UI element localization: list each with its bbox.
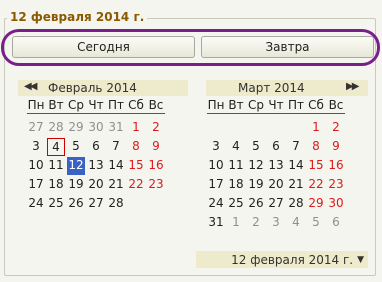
calendar-day[interactable]: 6 (87, 138, 105, 155)
calendar-day[interactable]: 19 (247, 176, 265, 193)
calendar-day[interactable]: 1 (127, 119, 145, 136)
calendar-day[interactable]: 19 (67, 176, 85, 193)
weekday-label: Пт (287, 98, 304, 112)
right-month-label[interactable]: Март 2014 (238, 81, 305, 95)
calendar-day[interactable]: 4 (287, 214, 305, 231)
calendar-day[interactable]: 11 (47, 157, 65, 174)
calendar-day[interactable]: 26 (67, 195, 85, 212)
calendar-day[interactable]: 28 (47, 119, 65, 136)
calendar-day[interactable]: 3 (207, 138, 225, 155)
calendar-day[interactable]: 21 (107, 176, 125, 193)
calendar-day[interactable]: 5 (247, 138, 265, 155)
calendar-day[interactable]: 31 (107, 119, 125, 136)
calendar-day[interactable]: 5 (67, 138, 85, 155)
weekday-label: Чт (268, 98, 284, 112)
weekday-label: Ср (68, 98, 84, 112)
calendar-day[interactable]: 12 (247, 157, 265, 174)
calendar-day[interactable]: 18 (47, 176, 65, 193)
weekday-label: Сб (308, 98, 324, 112)
weekday-label: Сб (128, 98, 144, 112)
calendar-day[interactable]: 17 (207, 176, 225, 193)
calendar-day[interactable]: 20 (87, 176, 105, 193)
weekday-underline (207, 113, 345, 114)
calendar-day[interactable]: 16 (147, 157, 165, 174)
weekday-label: Чт (88, 98, 104, 112)
weekday-label: Пн (27, 98, 45, 112)
calendar-day[interactable]: 24 (27, 195, 45, 212)
weekday-underline (27, 113, 165, 114)
calendar-day[interactable]: 13 (87, 157, 105, 174)
group-title: 12 февраля 2014 г. (7, 10, 148, 24)
calendar-day[interactable]: 6 (267, 138, 285, 155)
calendar-day[interactable]: 12 (67, 157, 85, 175)
calendar-day[interactable]: 3 (267, 214, 285, 231)
calendar-day[interactable]: 14 (287, 157, 305, 174)
calendar-day[interactable]: 15 (307, 157, 325, 174)
calendar-day[interactable]: 2 (147, 119, 165, 136)
calendar-day[interactable]: 25 (227, 195, 245, 212)
dropdown-arrow-icon[interactable]: ▼ (357, 255, 364, 265)
calendar-day[interactable]: 24 (207, 195, 225, 212)
calendar-day[interactable]: 22 (127, 176, 145, 193)
calendar-day[interactable]: 7 (107, 138, 125, 155)
calendar-day[interactable]: 3 (27, 138, 45, 155)
calendar-day[interactable]: 31 (207, 214, 225, 231)
calendar-day[interactable]: 28 (107, 195, 125, 212)
weekday-label: Вт (228, 98, 244, 112)
right-calendar-header: Март 2014 ▶▶ (206, 80, 368, 96)
calendar-day[interactable]: 21 (287, 176, 305, 193)
calendar-day[interactable]: 7 (287, 138, 305, 155)
calendar-day[interactable]: 27 (27, 119, 45, 136)
calendar-day[interactable]: 4 (227, 138, 245, 155)
weekday-label: Вс (328, 98, 344, 112)
calendar-day[interactable]: 28 (287, 195, 305, 212)
calendar-day[interactable]: 22 (307, 176, 325, 193)
calendar-day[interactable]: 8 (307, 138, 325, 155)
calendar-day[interactable]: 1 (227, 214, 245, 231)
double-right-arrow-icon[interactable]: ▶▶ (346, 81, 359, 92)
calendar-day[interactable]: 15 (127, 157, 145, 174)
calendar-day[interactable]: 2 (247, 214, 265, 231)
calendar-day[interactable]: 29 (67, 119, 85, 136)
left-month-label[interactable]: Февраль 2014 (48, 81, 137, 95)
weekday-label: Вт (48, 98, 64, 112)
footer-date-label: 12 февраля 2014 г. (231, 252, 354, 267)
calendar-day[interactable]: 27 (267, 195, 285, 212)
calendar-day[interactable]: 8 (127, 138, 145, 155)
calendar-day[interactable]: 26 (247, 195, 265, 212)
calendar-day[interactable]: 30 (327, 195, 345, 212)
weekday-label: Вс (148, 98, 164, 112)
calendar-day[interactable]: 13 (267, 157, 285, 174)
double-left-arrow-icon[interactable]: ◀◀ (24, 81, 37, 92)
calendar-day[interactable]: 10 (207, 157, 225, 174)
calendar-day[interactable]: 6 (327, 214, 345, 231)
weekday-label: Пт (107, 98, 124, 112)
calendar-day[interactable]: 20 (267, 176, 285, 193)
group-title-line (151, 18, 373, 19)
calendar-day[interactable]: 9 (147, 138, 165, 155)
calendar-day[interactable]: 9 (327, 138, 345, 155)
calendar-day[interactable]: 27 (87, 195, 105, 212)
weekday-label: Пн (207, 98, 225, 112)
weekday-label: Ср (248, 98, 264, 112)
calendar-day[interactable]: 5 (307, 214, 325, 231)
calendar-day[interactable]: 30 (87, 119, 105, 136)
calendar-day[interactable]: 11 (227, 157, 245, 174)
calendar-day[interactable]: 23 (147, 176, 165, 193)
calendar-day[interactable]: 14 (107, 157, 125, 174)
tomorrow-button[interactable]: Завтра (201, 36, 374, 58)
left-calendar-header: ◀◀ Февраль 2014 (18, 80, 188, 96)
calendar-day[interactable]: 1 (307, 119, 325, 136)
today-button[interactable]: Сегодня (12, 36, 195, 58)
calendar-day[interactable]: 25 (47, 195, 65, 212)
footer-date-selector[interactable]: 12 февраля 2014 г. ▼ (196, 251, 368, 268)
calendar-day[interactable]: 23 (327, 176, 345, 193)
calendar-day[interactable]: 10 (27, 157, 45, 174)
calendar-day[interactable]: 16 (327, 157, 345, 174)
calendar-day[interactable]: 18 (227, 176, 245, 193)
calendar-day[interactable]: 4 (47, 138, 65, 156)
calendar-day[interactable]: 29 (307, 195, 325, 212)
calendar-day[interactable]: 2 (327, 119, 345, 136)
calendar-day[interactable]: 17 (27, 176, 45, 193)
